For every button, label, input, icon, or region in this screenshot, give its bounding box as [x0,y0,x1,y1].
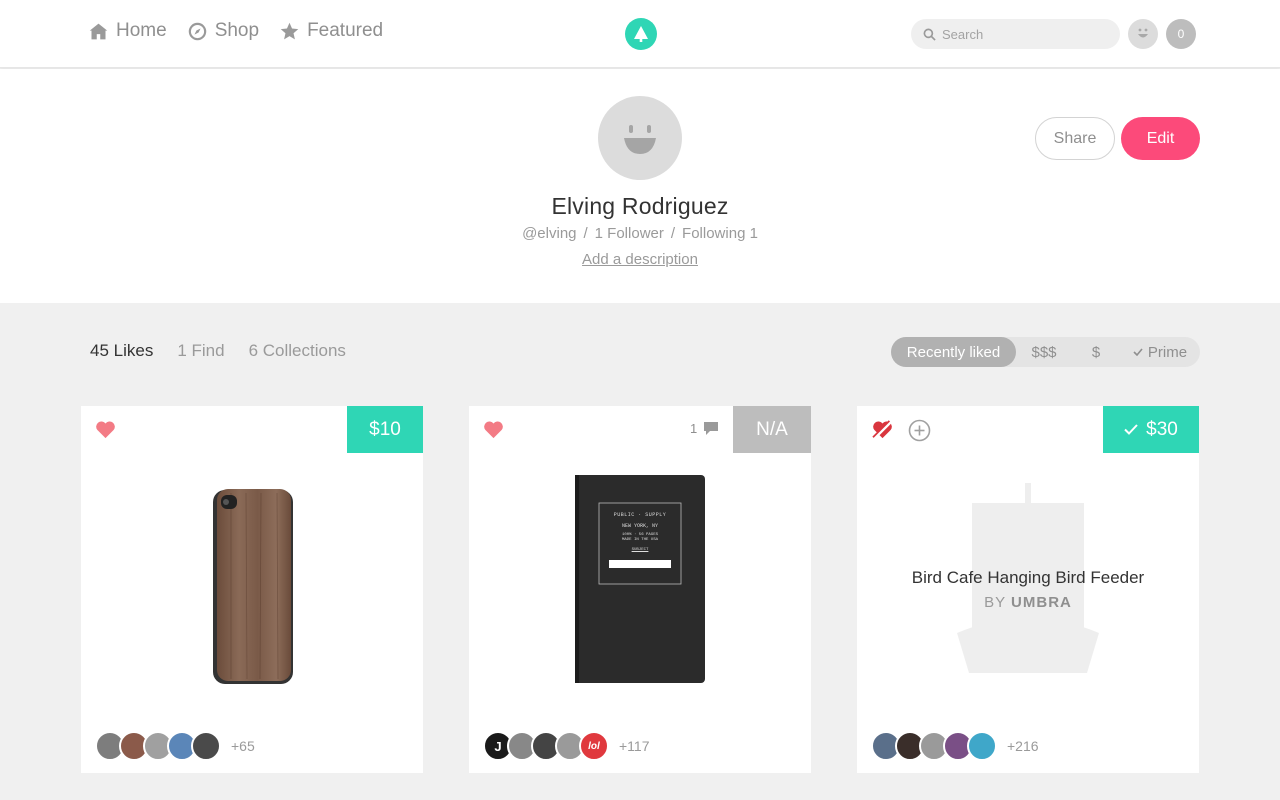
notebook-brand: PUBLIC · SUPPLY [613,512,667,518]
profile-header: Elving Rodriguez @elving / 1 Follower / Foll… [0,69,1280,303]
wood-phone-case-image [213,489,293,684]
filter-prime[interactable]: Prime [1120,337,1200,367]
notebook-origin: MADE IN THE USA [621,538,658,542]
comment-count-value: 1 [690,421,698,436]
search-icon [923,28,936,41]
nav-featured-label: Featured [307,20,384,41]
tab-likes[interactable]: 45 Likes [90,341,153,361]
nav-home[interactable]: Home [88,20,167,42]
likers-avatars[interactable]: +216 [871,731,1039,761]
filter-prime-label: Prime [1147,343,1188,361]
liker-avatar [967,731,997,761]
nav-shop[interactable]: Shop [187,20,259,42]
product-card[interactable]: 1 N/A PUBLIC · SUPPLY NEW YORK, NY 100% … [469,406,811,773]
nav-home-label: Home [116,20,167,41]
sort-recently-liked[interactable]: Recently liked [891,337,1016,367]
price-badge[interactable]: $10 [347,406,423,453]
price-badge[interactable]: N/A [733,406,811,453]
liker-avatar [191,731,221,761]
smiley-icon [624,125,656,154]
tab-finds[interactable]: 1 Find [177,341,224,361]
smiley-icon [1138,28,1148,38]
sort-filter: Recently liked $$$ $ Prime [891,337,1200,367]
sort-price-low[interactable]: $ [1072,337,1120,367]
meta-separator: / [670,225,676,242]
heart-icon[interactable] [95,420,116,439]
comment-icon [704,422,719,435]
notebook-label-bar [609,560,671,568]
notebook-city: NEW YORK, NY [621,523,658,529]
liker-count: +65 [231,738,255,754]
followers-link[interactable]: 1 Follower [595,225,664,242]
search-box[interactable] [911,19,1120,49]
notebook-label: PUBLIC · SUPPLY NEW YORK, NY 100% · 56 P… [601,505,679,568]
nav-shop-label: Shop [214,20,260,41]
notebook-subject: SUBJECT [631,548,649,552]
sort-price-high[interactable]: $$$ [1016,337,1072,367]
home-icon [89,23,108,39]
comment-count[interactable]: 1 [690,421,719,436]
search-input[interactable] [942,26,1102,42]
unlike-heart-icon[interactable] [871,420,894,439]
main-nav: Home Shop Featured [88,20,383,42]
liker-avatar: lol [579,731,609,761]
add-description-link[interactable]: Add a description [582,251,698,268]
profile-avatar[interactable] [598,96,682,180]
likers-avatars[interactable]: +65 [95,731,255,761]
price-value: $30 [1146,418,1178,440]
product-card[interactable]: $10 +65 [81,406,423,773]
add-to-collection-icon[interactable] [908,419,931,442]
liker-count: +216 [1007,738,1039,754]
check-icon [1133,348,1143,356]
logo-tree-icon [634,26,648,42]
product-title[interactable]: Bird Cafe Hanging Bird Feeder [857,568,1199,588]
profile-meta: @elving / 1 Follower / Following 1 [0,225,1280,242]
edit-button[interactable]: Edit [1121,117,1200,160]
liker-count: +117 [619,738,650,754]
profile-description: Add a description [0,251,1280,268]
following-link[interactable]: Following 1 [682,225,758,242]
product-brand[interactable]: BY UMBRA [857,594,1199,611]
nav-featured[interactable]: Featured [279,20,383,42]
bird-feeder-image [957,483,1099,673]
profile-tabs: 45 Likes 1 Find 6 Collections [90,341,346,361]
cart-count-badge[interactable]: 0 [1166,19,1196,49]
product-card[interactable]: $30 Bird Cafe Hanging Bird Feeder BY UMB… [857,406,1199,773]
profile-name: Elving Rodriguez [551,193,729,219]
likers-avatars[interactable]: J lol +117 [483,731,650,761]
user-avatar[interactable] [1128,19,1158,49]
meta-separator: / [583,225,588,242]
logo[interactable] [625,18,657,50]
black-notebook-image [575,475,705,683]
brand-name: UMBRA [1011,594,1072,611]
tab-collections[interactable]: 6 Collections [249,341,346,361]
top-nav-bar: Home Shop Featured 0 [0,0,1280,68]
share-button[interactable]: Share [1035,117,1115,160]
star-icon [280,22,299,39]
profile-handle: @elving [522,225,577,242]
heart-icon[interactable] [483,420,504,439]
brand-by: BY [984,594,1006,611]
check-icon [1124,424,1138,435]
price-badge[interactable]: $30 [1103,406,1199,453]
compass-icon [188,22,206,40]
